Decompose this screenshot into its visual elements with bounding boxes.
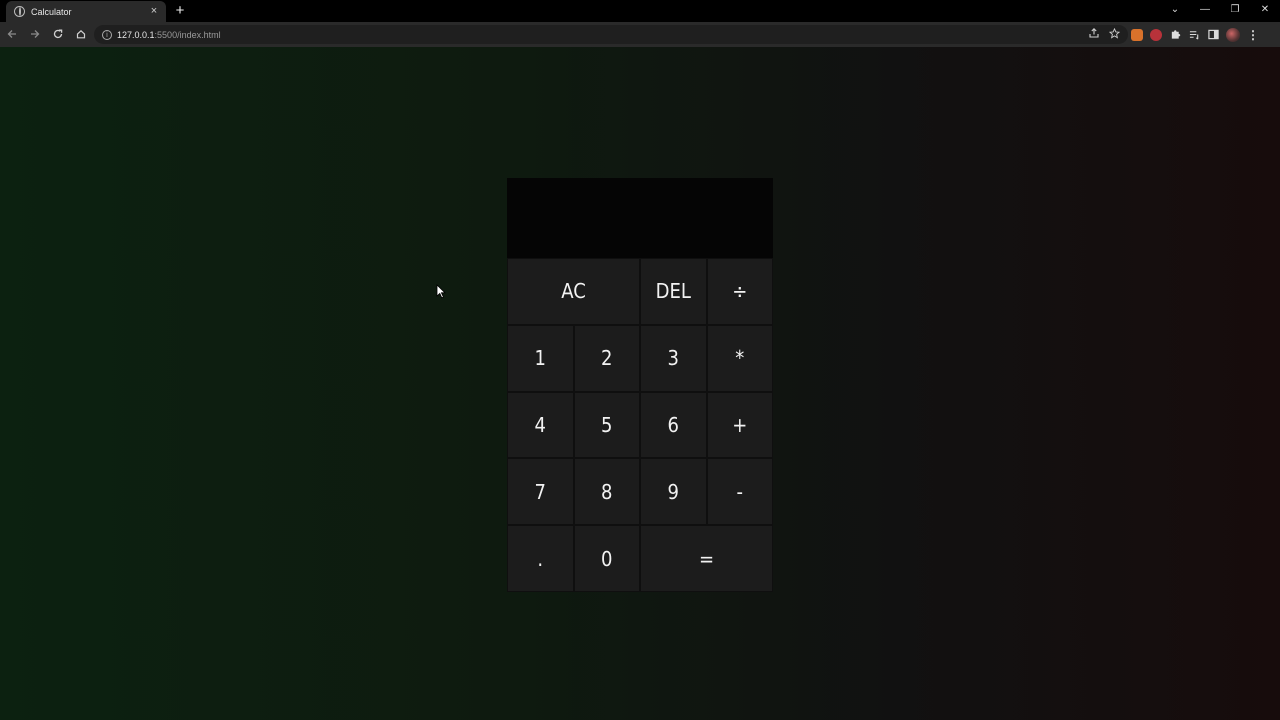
calculator: AC DEL ÷ 1 2 3 * 4 5 6 + 7 8 9 - . 0 =	[507, 178, 773, 592]
extensions-area: ⋮	[1131, 25, 1259, 44]
divide-button[interactable]: ÷	[706, 258, 773, 325]
new-tab-button[interactable]: +	[172, 2, 188, 20]
decimal-point-button[interactable]: .	[507, 525, 574, 592]
reload-icon[interactable]	[47, 24, 69, 46]
home-icon[interactable]	[70, 24, 92, 46]
side-panel-icon[interactable]	[1207, 29, 1219, 41]
tab-strip: Calculator × + ⌄ — ❐ ✕	[0, 0, 1280, 22]
digit-8-button[interactable]: 8	[573, 458, 640, 526]
tab-close-button[interactable]: ×	[148, 6, 160, 17]
profile-avatar[interactable]	[1226, 27, 1240, 42]
digit-9-button[interactable]: 9	[640, 458, 707, 526]
digit-7-button[interactable]: 7	[507, 458, 574, 526]
mouse-cursor-icon	[436, 284, 446, 299]
globe-icon	[14, 6, 25, 17]
share-icon[interactable]	[1089, 28, 1099, 41]
bookmark-star-icon[interactable]	[1108, 27, 1121, 42]
url-host: 127.0.0.1	[117, 29, 155, 40]
forward-arrow-icon[interactable]	[24, 24, 46, 46]
equals-button[interactable]: =	[640, 525, 773, 592]
url-path: :5500/index.html	[154, 29, 221, 40]
digit-5-button[interactable]: 5	[573, 391, 640, 459]
plus-button[interactable]: +	[706, 391, 773, 459]
tab-title: Calculator	[31, 6, 72, 17]
metamask-fox-icon[interactable]	[1131, 28, 1143, 41]
address-bar[interactable]: i 127.0.0.1:5500/index.html	[94, 25, 1128, 44]
multiply-button[interactable]: *	[706, 324, 773, 392]
browser-toolbar: i 127.0.0.1:5500/index.html ⋮	[0, 22, 1280, 47]
digit-4-button[interactable]: 4	[507, 391, 574, 459]
browser-tab[interactable]: Calculator ×	[6, 1, 166, 22]
tab-search-button[interactable]: ⌄	[1160, 0, 1190, 20]
digit-3-button[interactable]: 3	[640, 324, 707, 392]
extension-red-icon[interactable]	[1150, 28, 1162, 41]
more-menu-icon[interactable]: ⋮	[1247, 28, 1259, 42]
window-controls: ⌄ — ❐ ✕	[1160, 0, 1280, 20]
digit-2-button[interactable]: 2	[573, 324, 640, 392]
site-info-icon[interactable]: i	[102, 29, 112, 40]
calculator-display	[507, 178, 773, 258]
delete-button[interactable]: DEL	[640, 258, 707, 325]
restore-button[interactable]: ❐	[1220, 0, 1250, 20]
reading-list-icon[interactable]	[1188, 29, 1200, 41]
page-viewport: AC DEL ÷ 1 2 3 * 4 5 6 + 7 8 9 - . 0 =	[0, 47, 1280, 720]
digit-1-button[interactable]: 1	[507, 324, 574, 392]
keypad: AC DEL ÷ 1 2 3 * 4 5 6 + 7 8 9 - . 0 =	[507, 258, 773, 592]
extensions-puzzle-icon[interactable]	[1169, 29, 1181, 41]
minimize-button[interactable]: —	[1190, 0, 1220, 20]
digit-0-button[interactable]: 0	[573, 525, 640, 592]
close-window-button[interactable]: ✕	[1250, 0, 1280, 20]
all-clear-button[interactable]: AC	[507, 258, 640, 325]
digit-6-button[interactable]: 6	[640, 391, 707, 459]
minus-button[interactable]: -	[706, 458, 773, 526]
back-arrow-icon[interactable]	[1, 24, 23, 46]
